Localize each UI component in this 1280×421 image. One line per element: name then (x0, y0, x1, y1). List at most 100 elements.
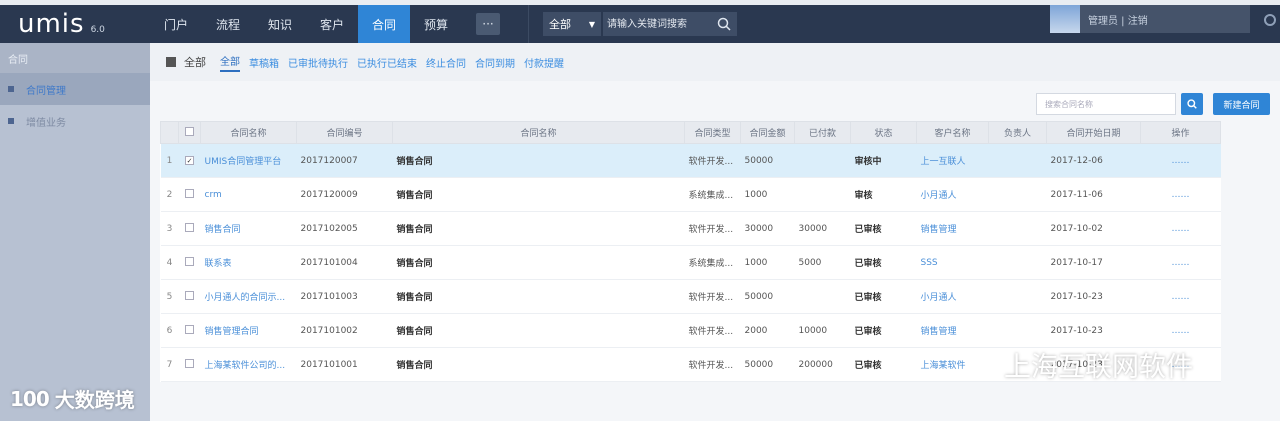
col-header[interactable]: 合同开始日期 (1046, 121, 1141, 144)
cell-client-name[interactable]: 小月通人 (916, 177, 989, 212)
cell-row-checkbox[interactable] (178, 211, 201, 246)
nav-budget[interactable]: 预算 (410, 5, 462, 43)
row-checkbox[interactable] (185, 256, 194, 266)
filter-input[interactable]: 搜索合同名称 (1036, 93, 1176, 115)
nav-more-button[interactable]: ··· (476, 13, 500, 35)
tab-expiring[interactable]: 合同到期 (475, 55, 515, 70)
user-menu[interactable]: 管理员 | 注销 (1050, 5, 1250, 33)
row-checkbox[interactable] (185, 188, 194, 198)
nav-portal[interactable]: 门户 (150, 5, 202, 43)
table-row[interactable]: 1 ✓ UMIS合同管理平台 2017120007 销售合同 软件开发... 50000 审核… (160, 143, 1221, 178)
tab-approved[interactable]: 已审批待执行 (288, 55, 348, 70)
col-header[interactable]: 客户名称 (916, 121, 989, 144)
table-row[interactable]: 2 crm 2017120009 销售合同 系统集成... 1000 审核 小月通人 2017-… (160, 177, 1221, 212)
avatar (1050, 5, 1080, 33)
cell-contract-title: 销售合同 (392, 245, 685, 280)
search-input[interactable] (603, 12, 711, 36)
cell-owner (988, 245, 1047, 280)
col-select-all[interactable] (178, 121, 201, 144)
cell-contract-amount: 50000 (740, 347, 795, 382)
sidebar-item-value-added[interactable]: 增值业务 (0, 105, 150, 137)
nav-workflow[interactable]: 流程 (202, 5, 254, 43)
cell-contract-status: 已审核 (850, 245, 917, 280)
cell-contract-name[interactable]: 联系表 (200, 245, 297, 280)
cell-client-name[interactable]: 小月通人 (916, 279, 989, 314)
cell-contract-code: 2017120007 (296, 143, 393, 178)
cell-row-actions[interactable]: …… (1140, 211, 1221, 246)
col-index (160, 121, 179, 144)
cell-contract-code: 2017101001 (296, 347, 393, 382)
brand[interactable]: umis 6.0 (0, 9, 150, 39)
table-row[interactable]: 6 销售管理合同 2017101002 销售合同 软件开发... 2000 10000 已审核… (160, 313, 1221, 348)
cell-contract-name[interactable]: 销售合同 (200, 211, 297, 246)
cell-row-checkbox[interactable] (178, 347, 201, 382)
sidebar-header: 合同 (0, 43, 150, 73)
search-scope-select[interactable]: 全部 ▼ (543, 12, 601, 36)
cell-owner (988, 143, 1047, 178)
table-header-row: 合同名称 合同编号 合同名称 合同类型 合同金额 已付款 状态 客户名称 负责人… (160, 121, 1221, 144)
new-contract-button[interactable]: 新建合同 (1213, 93, 1270, 115)
cell-contract-title: 销售合同 (392, 279, 685, 314)
tab-executed[interactable]: 已执行已结束 (357, 55, 417, 70)
cell-contract-name[interactable]: 销售管理合同 (200, 313, 297, 348)
nav-knowledge[interactable]: 知识 (254, 5, 306, 43)
cell-client-name[interactable]: 销售管理 (916, 313, 989, 348)
col-header[interactable]: 合同名称 (392, 121, 685, 144)
cell-contract-status: 已审核 (850, 279, 917, 314)
cell-row-actions[interactable]: …… (1140, 177, 1221, 212)
col-header[interactable]: 已付款 (794, 121, 851, 144)
tab-all[interactable]: 全部 (220, 53, 240, 72)
cell-contract-name[interactable]: crm (200, 177, 297, 212)
search-button[interactable] (711, 12, 737, 36)
cell-row-checkbox[interactable] (178, 279, 201, 314)
cell-row-checkbox[interactable] (178, 177, 201, 212)
row-checkbox[interactable] (185, 358, 194, 368)
cell-row-actions[interactable]: …… (1140, 313, 1221, 348)
cell-contract-title: 销售合同 (392, 347, 685, 382)
row-checkbox[interactable] (185, 222, 194, 232)
cell-row-checkbox[interactable] (178, 245, 201, 280)
cell-row-checkbox[interactable]: ✓ (178, 143, 201, 178)
table-row[interactable]: 5 小月通人的合同示... 2017101003 销售合同 软件开发... 50000 已审… (160, 279, 1221, 314)
row-checkbox[interactable] (185, 324, 194, 334)
tab-payment-reminder[interactable]: 付款提醒 (524, 55, 564, 70)
cell-contract-name[interactable]: 上海某软件公司的... (200, 347, 297, 382)
cell-paid-amount: 30000 (794, 211, 851, 246)
filter-search-button[interactable] (1181, 93, 1203, 115)
wechat-icon (967, 353, 995, 375)
cell-client-name[interactable]: 上一互联人 (916, 143, 989, 178)
row-checkbox[interactable] (185, 290, 194, 300)
col-header[interactable]: 合同金额 (740, 121, 795, 144)
cell-client-name[interactable]: 销售管理 (916, 211, 989, 246)
folder-icon (166, 57, 176, 67)
cell-row-index: 2 (160, 177, 179, 212)
sidebar-item-contract-management[interactable]: 合同管理 (0, 73, 150, 105)
col-header[interactable]: 合同名称 (200, 121, 297, 144)
cell-client-name[interactable]: SSS (916, 245, 989, 280)
col-header[interactable]: 合同类型 (684, 121, 741, 144)
cell-row-actions[interactable]: …… (1140, 279, 1221, 314)
select-all-checkbox[interactable] (185, 126, 194, 136)
tab-terminated[interactable]: 终止合同 (426, 55, 466, 70)
table-row[interactable]: 4 联系表 2017101004 销售合同 系统集成... 1000 5000 已审核 SSS 2… (160, 245, 1221, 280)
cell-contract-name[interactable]: 小月通人的合同示... (200, 279, 297, 314)
nav-customer[interactable]: 客户 (306, 5, 358, 43)
cell-contract-code: 2017101004 (296, 245, 393, 280)
cell-contract-status: 已审核 (850, 347, 917, 382)
logout-icon[interactable] (1264, 14, 1276, 26)
nav-contract[interactable]: 合同 (358, 5, 410, 43)
cell-owner (988, 313, 1047, 348)
col-header[interactable]: 状态 (850, 121, 917, 144)
tab-drafts[interactable]: 草稿箱 (249, 55, 279, 70)
col-header[interactable]: 负责人 (988, 121, 1047, 144)
breadcrumb-root[interactable]: 全部 (184, 54, 206, 70)
row-checkbox[interactable]: ✓ (185, 155, 194, 165)
cell-row-checkbox[interactable] (178, 313, 201, 348)
cell-contract-name[interactable]: UMIS合同管理平台 (200, 143, 297, 178)
cell-row-actions[interactable]: …… (1140, 245, 1221, 280)
table-row[interactable]: 3 销售合同 2017102005 销售合同 软件开发... 30000 30000 已审核销… (160, 211, 1221, 246)
col-header[interactable]: 合同编号 (296, 121, 393, 144)
watermark-right-text: 上海互联网软件 (1004, 352, 1193, 383)
cell-contract-title: 销售合同 (392, 313, 685, 348)
cell-row-actions[interactable]: …… (1140, 143, 1221, 178)
